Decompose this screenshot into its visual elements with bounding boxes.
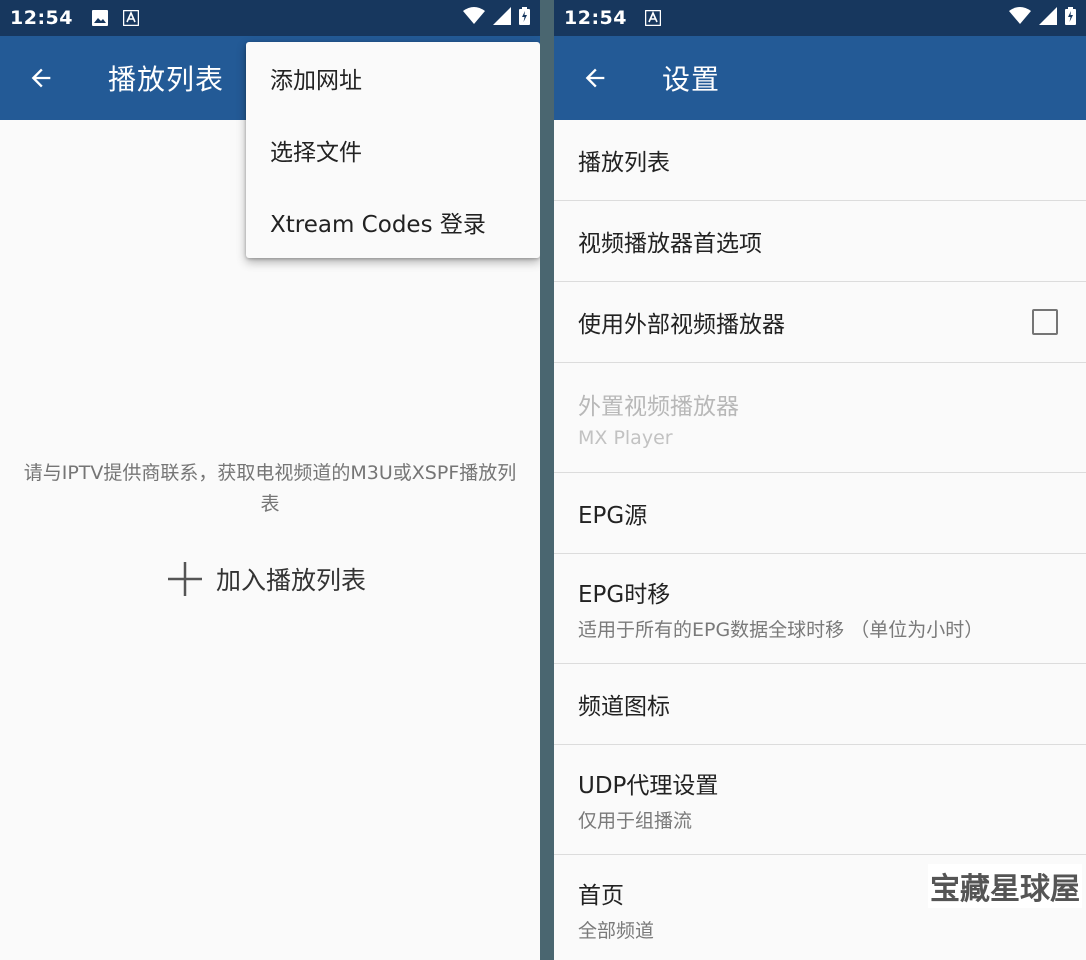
setting-epg-timeshift[interactable]: EPG时移 适用于所有的EPG数据全球时移 （单位为小时） [554,554,1086,664]
plus-icon [168,562,202,596]
status-time: 12:54 [564,7,627,29]
setting-title: 播放列表 [578,150,670,176]
setting-title: UDP代理设置 [578,773,719,799]
setting-title: 使用外部视频播放器 [578,312,785,338]
arrow-back-icon [31,68,51,88]
image-icon [91,9,109,27]
watermark-text: 宝藏星球屋 [928,864,1082,908]
setting-subtitle: MX Player [578,426,673,449]
setting-external-player: 外置视频播放器 MX Player [554,363,1086,473]
signal-icon [1039,7,1057,29]
back-button[interactable] [568,51,622,105]
wifi-icon [1009,7,1031,29]
setting-channel-icons[interactable]: 频道图标 [554,664,1086,745]
external-player-checkbox[interactable] [1032,309,1058,335]
setting-subtitle: 适用于所有的EPG数据全球时移 （单位为小时） [578,619,984,641]
status-time: 12:54 [10,7,73,29]
playlist-screen: 12:54 播放列表 请与IPTV提供商联系，获取电视频道的M3U或XSPF播放… [0,0,540,960]
battery-charging-icon [1065,7,1076,29]
add-playlist-button[interactable]: 加入播放列表 [166,560,366,598]
setting-title: EPG源 [578,503,648,529]
setting-udp-proxy[interactable]: UDP代理设置 仅用于组播流 [554,745,1086,855]
signal-icon [493,7,511,29]
setting-video-player-preferences[interactable]: 视频播放器首选项 [554,201,1086,282]
menu-item-xtream-login[interactable]: Xtream Codes 登录 [246,186,540,258]
page-title: 设置 [662,63,721,96]
empty-playlist-message: 请与IPTV提供商联系，获取电视频道的M3U或XSPF播放列表 [23,462,517,515]
setting-epg-source[interactable]: EPG源 [554,473,1086,554]
setting-title: 频道图标 [578,694,670,720]
setting-title: EPG时移 [578,582,671,608]
settings-screen: 12:54 设置 播放列表 视频播放器首选项 使用外部视频播放器 外置视频播放器… [554,0,1086,960]
battery-charging-icon [519,7,530,29]
arrow-back-icon [585,68,605,88]
setting-title: 视频播放器首选项 [578,231,762,257]
app-a-icon [644,10,661,26]
setting-use-external-player[interactable]: 使用外部视频播放器 [554,282,1086,363]
app-a-icon [122,10,139,26]
add-playlist-label: 加入播放列表 [216,566,367,595]
back-button[interactable] [14,51,68,105]
setting-playlist[interactable]: 播放列表 [554,120,1086,201]
page-title: 播放列表 [108,63,225,96]
status-bar: 12:54 [554,0,1086,36]
menu-item-select-file[interactable]: 选择文件 [246,114,540,186]
setting-subtitle: 仅用于组播流 [578,810,693,832]
setting-title: 外置视频播放器 [578,393,739,420]
setting-subtitle: 全部频道 [578,920,655,942]
status-bar: 12:54 [0,0,540,36]
app-bar: 设置 [554,36,1086,120]
add-menu-popup: 添加网址 选择文件 Xtream Codes 登录 [246,42,540,258]
settings-list: 播放列表 视频播放器首选项 使用外部视频播放器 外置视频播放器 MX Playe… [554,120,1086,960]
wifi-icon [463,7,485,29]
menu-item-add-url[interactable]: 添加网址 [246,42,540,114]
